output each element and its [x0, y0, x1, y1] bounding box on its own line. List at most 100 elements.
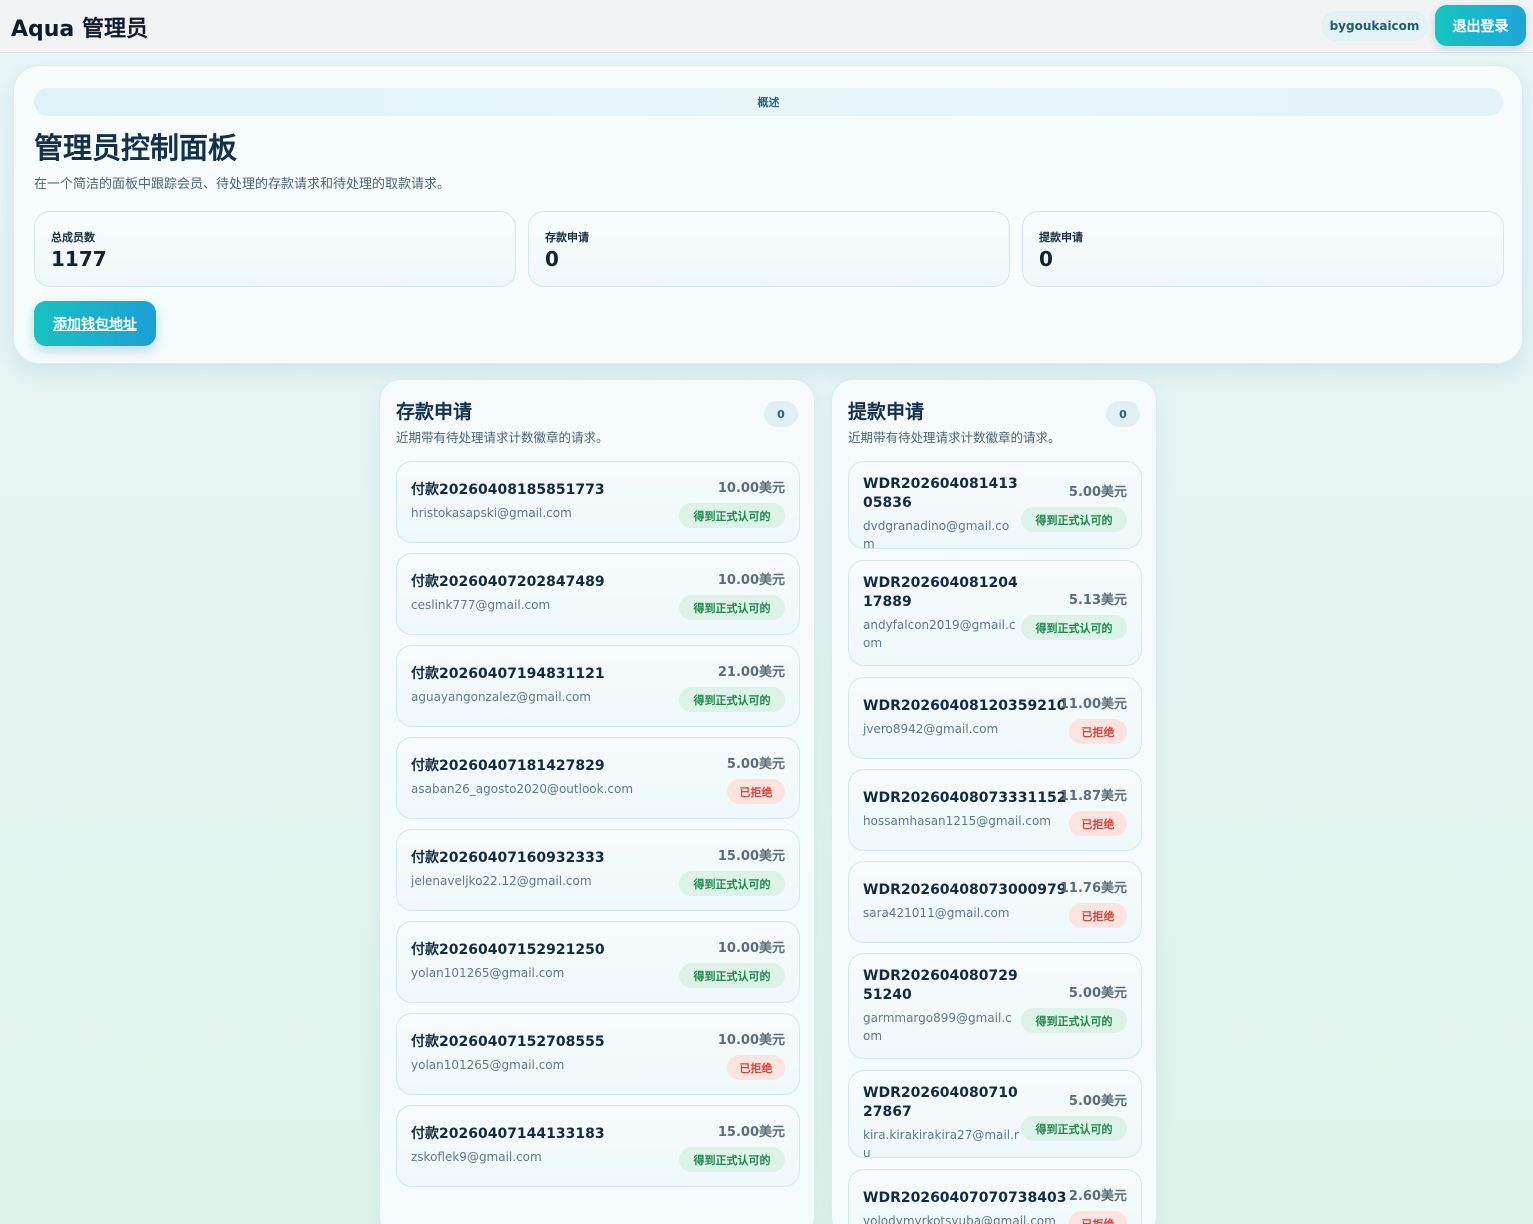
- top-bar: Aqua 管理员 bygoukaicom 退出登录: [0, 0, 1533, 53]
- app-title: Aqua 管理员: [11, 17, 148, 42]
- stat-card-withdrawals: 提款申请 0: [1022, 211, 1504, 287]
- page-subtitle: 在一个简洁的面板中跟踪会员、待处理的存款请求和待处理的取款请求。: [34, 177, 451, 192]
- deposit-request-card[interactable]: 付款20260407152708555 yolan101265@gmail.co…: [396, 1013, 800, 1095]
- status-badge: 得到正式认可的: [679, 963, 785, 988]
- status-badge: 得到正式认可的: [679, 503, 785, 528]
- stat-card-deposits: 存款申请 0: [528, 211, 1010, 287]
- request-amount: 5.00美元: [1068, 986, 1127, 1001]
- request-email: ceslink777@gmail.com: [411, 598, 551, 612]
- request-id: WDR20260408071027867: [863, 1085, 1018, 1120]
- request-amount: 5.00美元: [1068, 1094, 1127, 1109]
- withdrawals-panel: 提款申请 0 近期带有待处理请求计数徽章的请求。 WDR202604081413…: [831, 379, 1157, 1224]
- request-email: volodymyrkotsyuba@gmail.com: [863, 1214, 1056, 1224]
- deposits-panel-title: 存款申请: [396, 401, 473, 423]
- deposit-request-card[interactable]: 付款20260407194831121 aguayangonzalez@gmai…: [396, 645, 800, 727]
- status-badge: 得到正式认可的: [679, 871, 785, 896]
- stat-label: 提款申请: [1039, 231, 1083, 244]
- deposit-request-card[interactable]: 付款20260407160932333 jelenaveljko22.12@gm…: [396, 829, 800, 911]
- request-amount: 10.00美元: [717, 941, 785, 956]
- request-amount: 10.00美元: [717, 573, 785, 588]
- status-badge: 已拒绝: [1069, 903, 1127, 928]
- status-badge: 得到正式认可的: [1021, 1008, 1127, 1033]
- request-id: 付款20260407160932333: [411, 850, 605, 866]
- status-badge: 已拒绝: [1069, 811, 1127, 836]
- overview-card: 概述 管理员控制面板 在一个简洁的面板中跟踪会员、待处理的存款请求和待处理的取款…: [13, 65, 1523, 364]
- status-badge: 得到正式认可的: [1021, 507, 1127, 532]
- withdrawal-request-card[interactable]: WDR20260408120359210 jvero8942@gmail.com…: [848, 677, 1142, 759]
- request-email: sara421011@gmail.com: [863, 906, 1010, 920]
- withdrawal-request-card[interactable]: WDR20260408120417889 andyfalcon2019@gmai…: [848, 560, 1142, 666]
- page-title: 管理员控制面板: [34, 131, 238, 165]
- request-id: WDR20260408072951240: [863, 968, 1018, 1003]
- status-badge: 已拒绝: [727, 779, 785, 804]
- status-badge: 已拒绝: [727, 1055, 785, 1080]
- request-amount: 15.00美元: [717, 1125, 785, 1140]
- request-amount: 10.00美元: [717, 481, 785, 496]
- withdrawals-panel-subtitle: 近期带有待处理请求计数徽章的请求。: [848, 430, 1061, 445]
- request-email: asaban26_agosto2020@outlook.com: [411, 782, 634, 796]
- status-badge: 已拒绝: [1069, 719, 1127, 744]
- stat-label: 总成员数: [51, 231, 95, 244]
- request-email: hristokasapski@gmail.com: [411, 506, 572, 520]
- request-id: WDR20260408120417889: [863, 575, 1018, 610]
- user-chip[interactable]: bygoukaicom: [1321, 11, 1428, 41]
- withdrawal-request-card[interactable]: WDR20260408071027867 kira.kirakirakira27…: [848, 1070, 1142, 1160]
- request-email: andyfalcon2019@gmail.com: [863, 618, 1016, 650]
- request-amount: 5.13美元: [1068, 593, 1127, 608]
- stat-value: 0: [1039, 247, 1053, 271]
- deposit-request-card[interactable]: 付款20260407152921250 yolan101265@gmail.co…: [396, 921, 800, 1003]
- logout-button[interactable]: 退出登录: [1435, 5, 1526, 46]
- deposit-request-card[interactable]: 付款20260408185851773 hristokasapski@gmail…: [396, 461, 800, 543]
- status-badge: 得到正式认可的: [679, 595, 785, 620]
- request-email: jvero8942@gmail.com: [863, 722, 999, 736]
- stat-label: 存款申请: [545, 231, 589, 244]
- request-email: jelenaveljko22.12@gmail.com: [411, 874, 592, 888]
- overview-pill: 概述: [34, 88, 1503, 116]
- add-wallet-address-button[interactable]: 添加钱包地址: [34, 301, 156, 346]
- request-email: garmmargo899@gmail.com: [863, 1011, 1012, 1043]
- request-amount: 15.00美元: [717, 849, 785, 864]
- request-id: WDR20260408141305836: [863, 476, 1018, 511]
- request-id: 付款20260407152921250: [411, 942, 605, 958]
- withdrawals-count-badge: 0: [1106, 401, 1140, 427]
- deposit-request-card[interactable]: 付款20260407144133183 zskoflek9@gmail.com …: [396, 1105, 800, 1187]
- deposits-count-badge: 0: [764, 401, 798, 427]
- status-badge: 得到正式认可的: [1021, 615, 1127, 640]
- request-id: 付款20260407202847489: [411, 574, 605, 590]
- request-amount: 11.76美元: [1059, 881, 1127, 896]
- stat-value: 1177: [51, 247, 107, 271]
- request-email: yolan101265@gmail.com: [411, 966, 565, 980]
- request-id: 付款20260408185851773: [411, 482, 605, 498]
- deposit-request-card[interactable]: 付款20260407181427829 asaban26_agosto2020@…: [396, 737, 800, 819]
- withdrawal-request-card[interactable]: WDR20260408073000979 sara421011@gmail.co…: [848, 861, 1142, 943]
- request-amount: 5.00美元: [726, 757, 785, 772]
- request-amount: 11.87美元: [1059, 789, 1127, 804]
- withdrawal-request-card[interactable]: WDR20260408141305836 dvdgranadino@gmail.…: [848, 461, 1142, 551]
- withdrawal-request-card[interactable]: WDR20260408072951240 garmmargo899@gmail.…: [848, 953, 1142, 1059]
- request-email: yolan101265@gmail.com: [411, 1058, 565, 1072]
- request-email: dvdgranadino@gmail.com: [863, 519, 1010, 551]
- stat-value: 0: [545, 247, 559, 271]
- request-email: hossamhasan1215@gmail.com: [863, 814, 1051, 828]
- request-email: aguayangonzalez@gmail.com: [411, 690, 591, 704]
- request-id: WDR20260408073000979: [863, 882, 1067, 898]
- stat-card-members: 总成员数 1177: [34, 211, 516, 287]
- request-email: kira.kirakirakira27@mail.ru: [863, 1128, 1019, 1160]
- request-amount: 10.00美元: [717, 1033, 785, 1048]
- request-id: WDR20260408120359210: [863, 698, 1067, 714]
- request-id: 付款20260407152708555: [411, 1034, 605, 1050]
- request-amount: 21.00美元: [717, 665, 785, 680]
- deposit-request-card[interactable]: 付款20260407202847489 ceslink777@gmail.com…: [396, 553, 800, 635]
- request-id: 付款20260407144133183: [411, 1126, 605, 1142]
- withdrawal-request-card[interactable]: WDR20260408073331152 hossamhasan1215@gma…: [848, 769, 1142, 851]
- request-amount: 2.60美元: [1068, 1189, 1127, 1204]
- deposits-panel: 存款申请 0 近期带有待处理请求计数徽章的请求。 付款2026040818585…: [379, 379, 815, 1224]
- request-email: zskoflek9@gmail.com: [411, 1150, 542, 1164]
- status-badge: 得到正式认可的: [679, 1147, 785, 1172]
- status-badge: 得到正式认可的: [1021, 1116, 1127, 1141]
- request-id: 付款20260407181427829: [411, 758, 605, 774]
- status-badge: 已拒绝: [1069, 1211, 1127, 1224]
- deposits-panel-subtitle: 近期带有待处理请求计数徽章的请求。: [396, 430, 609, 445]
- withdrawal-request-card[interactable]: WDR20260407070738403 volodymyrkotsyuba@g…: [848, 1169, 1142, 1224]
- request-id: WDR20260408073331152: [863, 790, 1067, 806]
